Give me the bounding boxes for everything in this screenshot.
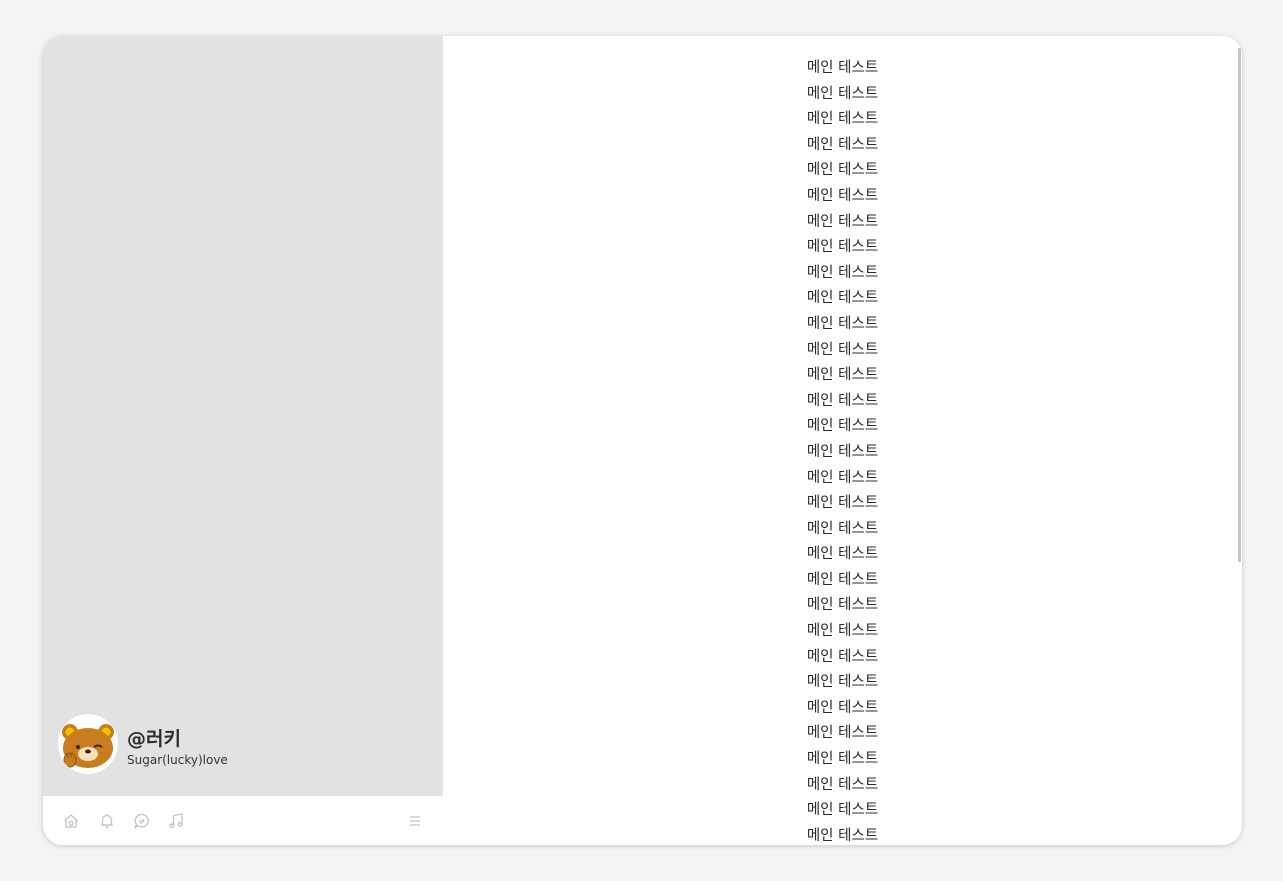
main-text-line: 메인 테스트 xyxy=(806,85,879,102)
main-text-line: 메인 테스트 xyxy=(806,597,879,614)
main-text-line: 메인 테스트 xyxy=(806,802,879,819)
main-text-line: 메인 테스트 xyxy=(806,213,879,230)
profile-status-message: Sugar(lucky)love xyxy=(127,753,228,767)
main-text-line: 메인 테스트 xyxy=(806,341,879,358)
sidebar: @러키 Sugar(lucky)love xyxy=(43,36,443,845)
bell-icon[interactable] xyxy=(98,812,116,830)
main-text-line: 메인 테스트 xyxy=(806,520,879,537)
main-text-line: 메인 테스트 xyxy=(806,623,879,640)
main-text-line: 메인 테스트 xyxy=(806,60,879,76)
main-text-line: 메인 테스트 xyxy=(806,264,879,281)
main-content-panel[interactable]: 메인 테스트 메인 테스트 메인 테스트 메인 테스트 메인 테스트 메인 테스트 메인 테… xyxy=(443,36,1242,845)
bear-avatar-icon xyxy=(58,714,118,774)
main-text-list: 메인 테스트 메인 테스트 메인 테스트 메인 테스트 메인 테스트 메인 테스트 메인 테… xyxy=(443,56,1242,845)
main-text-line: 메인 테스트 xyxy=(806,367,879,384)
bottom-nav-bar xyxy=(43,796,443,845)
main-text-line: 메인 테스트 xyxy=(806,674,879,691)
menu-icon[interactable] xyxy=(406,812,424,830)
home-icon[interactable] xyxy=(62,812,80,830)
music-icon[interactable] xyxy=(167,812,185,830)
main-text-line: 메인 테스트 xyxy=(806,418,879,435)
main-text-line: 메인 테스트 xyxy=(806,392,879,409)
main-text-line: 메인 테스트 xyxy=(806,469,879,486)
main-text-line: 메인 테스트 xyxy=(806,239,879,256)
main-text-line: 메인 테스트 xyxy=(806,315,879,332)
main-text-line: 메인 테스트 xyxy=(806,751,879,768)
avatar[interactable] xyxy=(58,714,118,774)
chat-icon[interactable] xyxy=(133,812,151,830)
main-text-line: 메인 테스트 xyxy=(806,725,879,742)
main-text-line: 메인 테스트 xyxy=(806,495,879,512)
profile-card[interactable]: @러키 Sugar(lucky)love xyxy=(58,714,438,776)
main-text-line: 메인 테스트 xyxy=(806,162,879,179)
profile-username: @러키 xyxy=(127,728,181,750)
vertical-scrollbar-thumb[interactable] xyxy=(1238,48,1241,562)
main-text-line: 메인 테스트 xyxy=(806,136,879,153)
main-text-line: 메인 테스트 xyxy=(806,443,879,460)
main-text-line: 메인 테스트 xyxy=(806,648,879,665)
main-text-line: 메인 테스트 xyxy=(806,111,879,128)
main-text-line: 메인 테스트 xyxy=(806,827,879,844)
main-text-line: 메인 테스트 xyxy=(806,776,879,793)
main-text-line: 메인 테스트 xyxy=(806,546,879,563)
main-text-line: 메인 테스트 xyxy=(806,187,879,204)
main-text-line: 메인 테스트 xyxy=(806,699,879,716)
main-text-line: 메인 테스트 xyxy=(806,571,879,588)
app-window: @러키 Sugar(lucky)love 메인 테스트 메인 테스트 메인 테스… xyxy=(43,36,1242,845)
main-text-line: 메인 테스트 xyxy=(806,290,879,307)
